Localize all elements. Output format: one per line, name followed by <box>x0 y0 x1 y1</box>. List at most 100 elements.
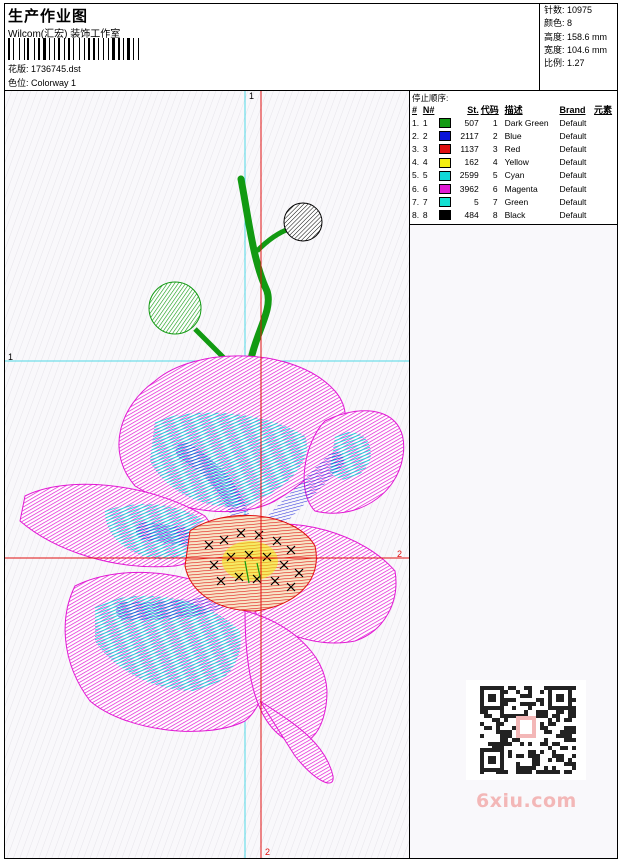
stitch-count: 针数: 10975 <box>544 5 593 15</box>
header-panel: 生产作业图 Wilcom(汇宏) 装饰工作室 花版: 1736745.dst 色… <box>5 4 617 91</box>
row-swatch <box>438 182 455 195</box>
table-row: 3. 3 1137 3 Red Default <box>411 142 617 155</box>
col-stitches: St. <box>467 104 479 115</box>
color-swatch <box>439 117 451 128</box>
qr-code <box>466 680 586 780</box>
file-label: 花版: <box>8 64 29 74</box>
row-n: 3 <box>422 143 428 154</box>
row-stitches: 5 <box>473 196 479 207</box>
colorway-label: 色位: <box>8 78 29 88</box>
row-swatch <box>438 195 455 208</box>
color-swatch <box>439 131 451 142</box>
row-stitches: 3962 <box>459 183 479 194</box>
color-swatch <box>439 170 451 181</box>
row-brand: Default <box>559 209 587 220</box>
row-num: 1. <box>412 117 420 128</box>
row-num: 6. <box>412 183 420 194</box>
stop-sequence-table: # N# St. 代码 描述 Brand 元素 1. 1 507 1 Dark Gree… <box>411 103 617 222</box>
row-swatch <box>438 156 455 169</box>
guide-marker-2-bottom: 2 <box>265 847 271 857</box>
row-num: 5. <box>412 170 420 181</box>
row-desc: Cyan <box>504 170 525 181</box>
row-brand: Default <box>559 143 587 154</box>
row-stitches: 162 <box>464 157 479 168</box>
row-swatch <box>438 169 455 182</box>
row-stitches: 507 <box>464 117 479 128</box>
row-desc: Green <box>504 196 529 207</box>
col-n: N# <box>422 104 435 115</box>
bud-black <box>283 202 323 242</box>
guide-marker-1-top: 1 <box>249 91 255 101</box>
col-code: 代码 <box>480 105 499 115</box>
col-desc: 描述 <box>504 105 523 115</box>
design-height: 高度: 158.6 mm <box>544 31 608 42</box>
row-num: 2. <box>412 130 420 141</box>
row-code: 3 <box>492 143 498 154</box>
col-num: # <box>412 104 418 115</box>
row-desc: Blue <box>504 130 522 141</box>
row-element <box>593 208 617 221</box>
row-brand: Default <box>559 183 587 194</box>
row-n: 8 <box>422 209 428 220</box>
center-yellow <box>222 541 278 581</box>
row-stitches: 1137 <box>460 143 479 154</box>
row-code: 1 <box>492 117 498 128</box>
file-info: 花版: 1736745.dst <box>8 62 81 75</box>
color-swatch <box>439 157 451 168</box>
row-num: 8. <box>412 209 420 220</box>
table-row: 4. 4 162 4 Yellow Default <box>411 156 617 169</box>
table-row: 7. 7 5 7 Green Default <box>411 195 617 208</box>
row-element <box>593 169 617 182</box>
barcode <box>8 38 140 60</box>
color-swatch <box>439 210 451 221</box>
col-brand: Brand <box>559 104 586 115</box>
row-desc: Black <box>504 209 526 220</box>
table-row: 5. 5 2599 5 Cyan Default <box>411 169 617 182</box>
row-desc: Dark Green <box>504 117 549 128</box>
row-brand: Default <box>559 130 587 141</box>
bud-green <box>148 281 202 335</box>
colorway-value: Colorway 1 <box>31 78 77 88</box>
row-code: 8 <box>492 209 498 220</box>
table-row: 1. 1 507 1 Dark Green Default <box>411 116 617 129</box>
guide-marker-2-right: 2 <box>397 549 403 559</box>
file-value: 1736745.dst <box>31 64 81 74</box>
row-code: 5 <box>492 170 498 181</box>
row-swatch <box>438 208 455 221</box>
row-stitches: 484 <box>464 209 479 220</box>
table-row: 2. 2 2117 2 Blue Default <box>411 129 617 142</box>
row-n: 2 <box>422 130 428 141</box>
guide-marker-1-left: 1 <box>8 352 14 362</box>
row-n: 1 <box>422 117 428 128</box>
table-row: 6. 6 3962 6 Magenta Default <box>411 182 617 195</box>
row-num: 3. <box>412 143 420 154</box>
stats-panel: 针数: 10975 颜色: 8 高度: 158.6 mm 宽度: 104.6 m… <box>539 4 617 90</box>
page-title: 生产作业图 <box>8 8 89 25</box>
colorway-info: 色位: Colorway 1 <box>8 76 76 89</box>
color-swatch <box>439 144 451 155</box>
row-element <box>593 182 617 195</box>
design-width: 宽度: 104.6 mm <box>544 44 608 55</box>
row-code: 6 <box>492 183 498 194</box>
row-element <box>593 116 617 129</box>
row-element <box>593 156 617 169</box>
embroidery-artwork <box>5 91 409 858</box>
row-swatch <box>438 142 455 155</box>
row-element <box>593 142 617 155</box>
row-swatch <box>438 116 455 129</box>
row-element <box>593 195 617 208</box>
row-element <box>593 129 617 142</box>
row-brand: Default <box>559 196 587 207</box>
stop-sequence-panel: 停止顺序: # N# St. 代码 描述 Brand 元素 1. 1 507 1 Dar… <box>410 91 617 225</box>
design-preview: 1 1 2 2 <box>5 91 410 858</box>
color-count: 颜色: 8 <box>544 18 573 29</box>
row-stitches: 2117 <box>460 130 479 141</box>
row-code: 7 <box>492 196 498 207</box>
row-brand: Default <box>559 170 587 181</box>
row-desc: Magenta <box>504 183 538 194</box>
row-num: 7. <box>412 196 420 207</box>
table-row: 8. 8 484 8 Black Default <box>411 208 617 221</box>
color-swatch <box>439 197 451 208</box>
col-swatch <box>438 103 455 116</box>
row-brand: Default <box>559 117 587 128</box>
